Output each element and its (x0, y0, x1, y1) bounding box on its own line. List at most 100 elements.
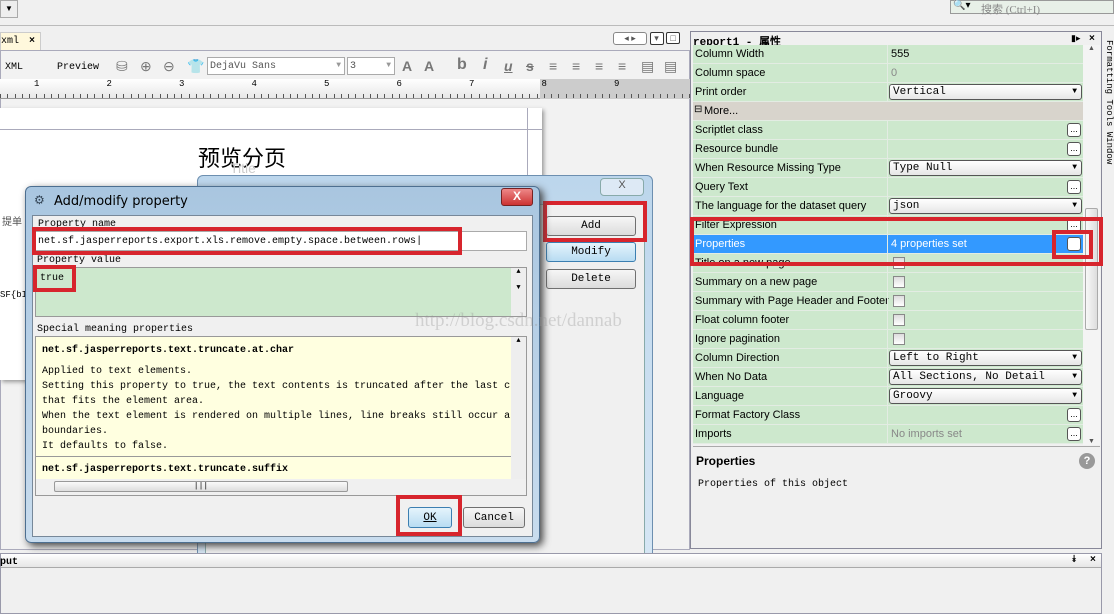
search-box[interactable]: 🔍▾ 搜索 (Ctrl+I) (950, 0, 1114, 16)
property-row[interactable]: Column Width 555 (693, 45, 1083, 64)
property-row[interactable]: ⊟ More... (693, 102, 1083, 121)
properties-scrollbar[interactable]: ▲ ▼ (1083, 45, 1100, 445)
property-row[interactable]: Column Direction Left to Right (693, 349, 1083, 368)
divider (36, 456, 511, 457)
property-row[interactable]: Ignore pagination (693, 330, 1083, 349)
special-property-description: It defaults to false. (42, 441, 169, 452)
property-combo[interactable]: Vertical (889, 84, 1082, 100)
ruler-mark (391, 94, 393, 98)
ellipsis-button[interactable]: ... (1067, 427, 1081, 441)
property-row[interactable]: Column space 0 (693, 64, 1083, 83)
strikethrough-icon[interactable]: s (526, 58, 534, 74)
ruler-mark (36, 94, 38, 98)
property-row[interactable]: Properties 4 properties set... (693, 235, 1083, 254)
maximize-icon[interactable]: □ (666, 32, 681, 44)
align-justify-icon[interactable]: ≡ (572, 58, 580, 74)
property-combo[interactable]: json (889, 198, 1082, 214)
ellipsis-button[interactable]: ... (1067, 237, 1081, 251)
property-checkbox[interactable] (893, 295, 905, 307)
top-dropdown[interactable]: ▼ (0, 0, 18, 18)
ruler-mark (14, 94, 16, 98)
panel-minimize-icon[interactable]: ▮▸ (1071, 33, 1080, 44)
special-vscrollbar[interactable]: ▲ (511, 337, 526, 479)
property-row[interactable]: Float column footer (693, 311, 1083, 330)
database-icon[interactable]: ⛁ (116, 58, 128, 75)
property-row[interactable]: When Resource Missing Type Type Null (693, 159, 1083, 178)
ok-button[interactable]: OK (408, 507, 452, 528)
description-text: Properties of this object (698, 479, 849, 490)
property-checkbox[interactable] (893, 333, 905, 345)
value-scrollbar[interactable]: ▲ ▼ (511, 268, 526, 316)
ruler-mark (587, 94, 589, 98)
property-checkbox[interactable] (893, 276, 905, 288)
ruler-mark (297, 94, 299, 98)
property-row[interactable]: Format Factory Class... (693, 406, 1083, 425)
tab-nav-buttons[interactable]: ◂ ▸ ▾ □ (613, 32, 686, 46)
property-row[interactable]: Language Groovy (693, 387, 1083, 406)
increase-font-icon[interactable]: A (402, 58, 412, 74)
ellipsis-button[interactable]: ... (1067, 142, 1081, 156)
property-row[interactable]: Filter Expression... (693, 216, 1083, 235)
decrease-font-icon[interactable]: A (424, 58, 434, 74)
back-dialog-close[interactable]: X (600, 178, 644, 196)
collapse-icon[interactable]: ⊟ (694, 104, 702, 115)
property-row[interactable]: Summary on a new page (693, 273, 1083, 292)
ellipsis-button[interactable]: ... (1067, 123, 1081, 137)
tab-scroll-icon[interactable]: ◂ ▸ (613, 32, 647, 45)
property-row[interactable]: Title on a new page (693, 254, 1083, 273)
cancel-button[interactable]: Cancel (463, 507, 525, 528)
special-property-name[interactable]: net.sf.jasperreports.text.truncate.suffi… (42, 464, 288, 475)
tab-list-icon[interactable]: ▾ (649, 32, 664, 45)
property-name-input[interactable]: net.sf.jasperreports.export.xls.remove.e… (35, 231, 527, 251)
property-combo[interactable]: Groovy (889, 388, 1082, 404)
output-close-icon[interactable]: × (1090, 554, 1096, 565)
xml-view-button[interactable]: XML (5, 62, 23, 73)
property-row[interactable]: Query Text... (693, 178, 1083, 197)
property-combo[interactable]: Left to Right (889, 350, 1082, 366)
font-size-combo[interactable]: 3 ▼ (347, 57, 395, 75)
align-top-icon[interactable]: ▤ (641, 58, 654, 75)
delete-button[interactable]: Delete (546, 269, 636, 289)
underline-icon[interactable]: u (504, 58, 513, 74)
property-row[interactable]: When No Data All Sections, No Detail (693, 368, 1083, 387)
property-row[interactable]: Summary with Page Header and Footer (693, 292, 1083, 311)
ellipsis-button[interactable]: ... (1067, 408, 1081, 422)
align-left-icon[interactable]: ≡ (549, 58, 557, 74)
special-hscrollbar[interactable]: ||| (36, 479, 526, 495)
property-checkbox[interactable] (893, 257, 905, 269)
italic-icon[interactable]: i (483, 56, 487, 74)
property-label: When No Data (695, 371, 768, 383)
close-tab-icon[interactable]: × (29, 36, 35, 47)
style-icon[interactable]: 👕 (187, 58, 204, 75)
property-row[interactable]: Print order Vertical (693, 83, 1083, 102)
watermark: http://blog.csdn.net/dannab (415, 310, 622, 331)
property-combo[interactable]: All Sections, No Detail (889, 369, 1082, 385)
property-row[interactable]: Scriptlet class... (693, 121, 1083, 140)
zoom-in-icon[interactable]: ⊕ (140, 58, 152, 75)
add-button[interactable]: Add (546, 216, 636, 236)
preview-view-button[interactable]: Preview (57, 62, 99, 73)
panel-close-icon[interactable]: × (1089, 33, 1095, 44)
help-icon[interactable]: ? (1079, 453, 1095, 469)
property-combo[interactable]: Type Null (889, 160, 1082, 176)
tab-xml[interactable]: xml × (0, 32, 41, 50)
zoom-out-icon[interactable]: ⊖ (163, 58, 175, 75)
special-property-name[interactable]: net.sf.jasperreports.text.truncate.at.ch… (42, 345, 294, 356)
ellipsis-button[interactable]: ... (1067, 180, 1081, 194)
font-name-combo[interactable]: DejaVu Sans ▼ (207, 57, 345, 75)
output-minimize-icon[interactable]: ⯯ (1071, 554, 1077, 565)
property-row[interactable]: The language for the dataset query json (693, 197, 1083, 216)
special-properties-list[interactable]: ▲ ||| net.sf.jasperreports.text.truncate… (35, 336, 527, 496)
ruler-mark (232, 94, 233, 98)
ellipsis-button[interactable]: ... (1067, 218, 1081, 232)
property-checkbox[interactable] (893, 314, 905, 326)
align-center-icon[interactable]: ≡ (595, 58, 603, 74)
align-bottom-icon[interactable]: ▤ (664, 58, 677, 75)
modify-button[interactable]: Modify (546, 242, 636, 262)
formatting-tools-window-tab[interactable]: Formatting Tools Window (1104, 40, 1114, 164)
bold-icon[interactable]: b (457, 56, 467, 74)
property-row[interactable]: Resource bundle... (693, 140, 1083, 159)
property-row[interactable]: Imports No imports set... (693, 425, 1083, 444)
dialog-close-button[interactable]: X (501, 188, 533, 206)
align-right-icon[interactable]: ≡ (618, 58, 626, 74)
